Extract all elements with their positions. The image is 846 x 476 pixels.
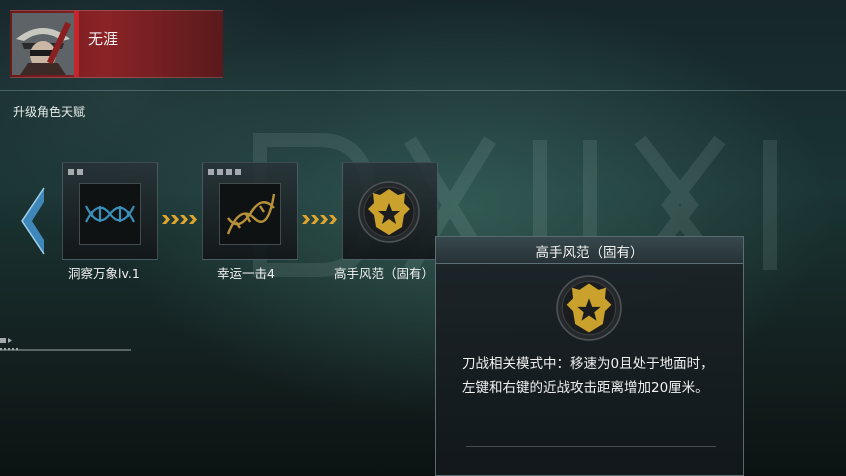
dna-helix-gold-icon <box>219 183 281 245</box>
scroll-track[interactable] <box>0 349 131 351</box>
previous-arrow-icon[interactable] <box>18 186 48 256</box>
tooltip-divider <box>466 446 716 447</box>
gold-emblem-icon <box>556 275 622 341</box>
talent-level-pips <box>68 169 83 175</box>
talent-card-3[interactable] <box>342 162 438 260</box>
talent-card-1[interactable] <box>62 162 158 260</box>
tooltip-header: 高手风范（固有） <box>436 237 743 264</box>
tooltip-description: 刀战相关模式中：移速为0且处于地面时，左键和右键的近战攻击距离增加20厘米。 <box>462 356 714 396</box>
chevron-right-icon <box>162 215 197 224</box>
section-title: 升级角色天赋 <box>13 105 86 119</box>
header-accent-bar <box>74 11 79 77</box>
talent-label-2: 幸运一击4 <box>217 266 275 281</box>
talent-card-2[interactable] <box>202 162 298 260</box>
talent-label-1: 洞察万象lv.1 <box>68 266 140 281</box>
talent-label-3: 高手风范（固有） <box>334 266 435 281</box>
character-avatar <box>12 13 74 75</box>
header-divider <box>0 90 846 91</box>
chevron-right-icon <box>302 215 337 224</box>
tooltip-title: 高手风范（固有） <box>535 245 644 261</box>
gold-emblem-icon <box>358 181 420 243</box>
character-name: 无涯 <box>88 30 119 48</box>
talent-tooltip: 高手风范（固有） 刀战相关模式中：移速为0且处于地面时，左键和右键的近战攻击距离… <box>435 236 744 476</box>
character-header[interactable]: 无涯 <box>10 10 223 78</box>
dna-helix-blue-icon <box>79 183 141 245</box>
talent-level-pips <box>208 169 241 175</box>
